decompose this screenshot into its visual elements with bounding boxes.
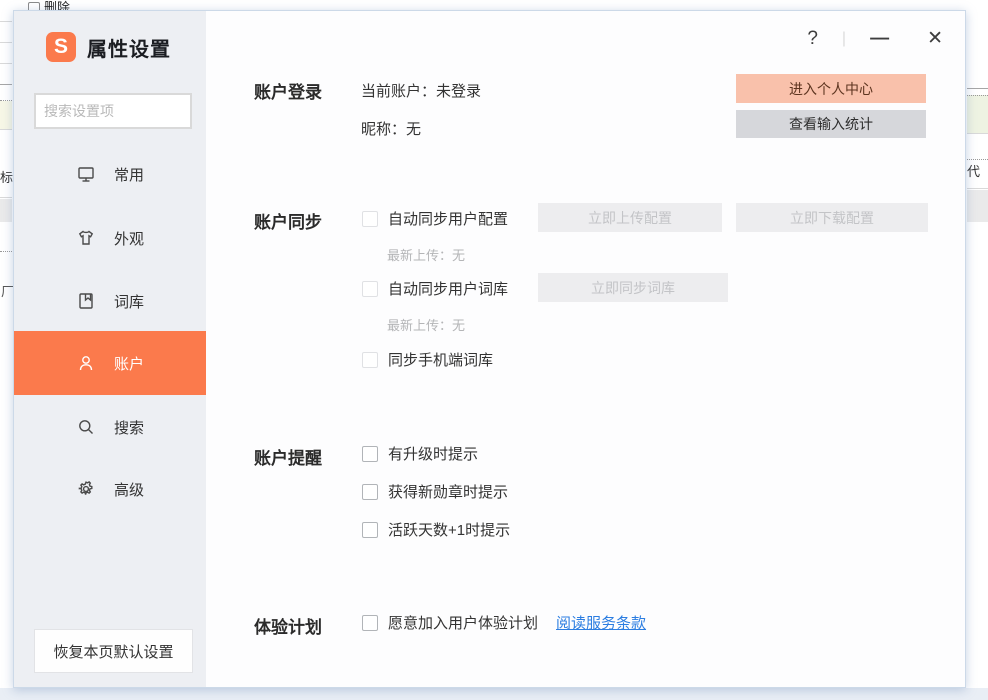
monitor-icon <box>76 164 96 184</box>
bg-cell <box>967 95 988 133</box>
settings-content: 账户登录 当前账户：未登录 昵称：无 进入个人中心 查看输入统计 账户同步 自动… <box>206 11 965 687</box>
bg-text-fragment: 代 <box>967 165 980 179</box>
sidebar-item-label: 搜索 <box>114 417 144 438</box>
restore-defaults-button[interactable]: 恢复本页默认设置 <box>34 629 193 673</box>
sidebar-item-search[interactable]: 搜索 <box>14 395 206 459</box>
bg-cell <box>967 190 988 222</box>
medal-reminder-label: 获得新勋章时提示 <box>388 481 508 502</box>
experience-plan-checkbox[interactable] <box>362 615 378 631</box>
medal-reminder-checkbox[interactable] <box>362 484 378 500</box>
bg-cell <box>0 101 12 129</box>
sync-dict-label: 自动同步用户词库 <box>388 278 508 299</box>
sync-mobile-row: 同步手机端词库 <box>362 349 493 370</box>
bg-row-line <box>0 84 12 85</box>
sidebar-item-label: 词库 <box>114 291 144 312</box>
section-title-login: 账户登录 <box>254 78 322 103</box>
gear-icon <box>76 479 96 499</box>
sidebar-item-account[interactable]: 账户 <box>14 331 206 395</box>
settings-dialog: S 属性设置 常用 外观 词库 <box>13 10 966 688</box>
sidebar-item-common[interactable]: 常用 <box>14 142 206 206</box>
latest-upload-dict-text: 最新上传：无 <box>387 315 465 334</box>
app-header: S 属性设置 <box>46 32 171 62</box>
bg-row-line <box>0 197 12 198</box>
sync-config-label: 自动同步用户配置 <box>388 208 508 229</box>
personal-center-button[interactable]: 进入个人中心 <box>736 74 926 103</box>
section-title-sync: 账户同步 <box>254 208 322 233</box>
terms-of-service-link[interactable]: 阅读服务条款 <box>556 612 646 633</box>
bg-row-line <box>967 133 988 134</box>
tshirt-icon <box>76 228 96 248</box>
dialog-title: 属性设置 <box>87 33 171 62</box>
sync-dict-now-button: 立即同步词库 <box>538 273 728 302</box>
experience-plan-label: 愿意加入用户体验计划 <box>388 612 538 633</box>
sync-config-row: 自动同步用户配置 <box>362 208 508 229</box>
bg-row-line <box>0 129 12 130</box>
bg-bottom-strip <box>0 688 988 700</box>
settings-search-box <box>34 93 192 129</box>
bg-row-line <box>967 159 988 160</box>
sync-config-checkbox <box>362 211 378 227</box>
download-config-button: 立即下载配置 <box>736 203 928 232</box>
sidebar-item-dictionary[interactable]: 词库 <box>14 269 206 333</box>
sync-mobile-label: 同步手机端词库 <box>388 349 493 370</box>
bg-row-line <box>0 251 12 252</box>
upgrade-reminder-label: 有升级时提示 <box>388 443 478 464</box>
bg-row-line <box>967 188 988 189</box>
sidebar-item-label: 账户 <box>114 353 144 374</box>
active-days-reminder-row: 活跃天数+1时提示 <box>362 519 510 540</box>
sync-mobile-checkbox <box>362 352 378 368</box>
input-stats-button[interactable]: 查看输入统计 <box>736 110 926 138</box>
upgrade-reminder-row: 有升级时提示 <box>362 443 478 464</box>
sync-dict-checkbox <box>362 281 378 297</box>
settings-search-input[interactable] <box>36 103 231 119</box>
sync-dict-row: 自动同步用户词库 <box>362 278 508 299</box>
bg-text-fragment: 标 <box>0 171 13 185</box>
bg-row-line <box>0 42 12 43</box>
bg-row-line <box>0 21 12 22</box>
upload-config-button: 立即上传配置 <box>538 203 722 232</box>
bg-cell <box>0 199 12 222</box>
sidebar: S 属性设置 常用 外观 词库 <box>14 11 206 687</box>
upgrade-reminder-checkbox[interactable] <box>362 446 378 462</box>
user-icon <box>76 353 96 373</box>
book-icon <box>76 291 96 311</box>
nickname-text: 昵称：无 <box>361 118 421 139</box>
medal-reminder-row: 获得新勋章时提示 <box>362 481 508 502</box>
section-title-reminder: 账户提醒 <box>254 444 322 469</box>
bg-row-line <box>0 63 12 64</box>
latest-upload-config-text: 最新上传：无 <box>387 245 465 264</box>
active-days-reminder-checkbox[interactable] <box>362 522 378 538</box>
sidebar-item-advanced[interactable]: 高级 <box>14 457 206 521</box>
sidebar-item-appearance[interactable]: 外观 <box>14 206 206 270</box>
current-account-text: 当前账户：未登录 <box>361 80 481 101</box>
section-title-experience: 体验计划 <box>254 613 322 638</box>
bg-row-line <box>967 88 988 89</box>
sidebar-item-label: 常用 <box>114 164 144 185</box>
active-days-reminder-label: 活跃天数+1时提示 <box>388 519 510 540</box>
sogou-logo-icon: S <box>46 32 76 62</box>
search-icon <box>76 417 96 437</box>
sidebar-item-label: 高级 <box>114 479 144 500</box>
experience-plan-row: 愿意加入用户体验计划 阅读服务条款 <box>362 612 646 633</box>
sidebar-item-label: 外观 <box>114 228 144 249</box>
